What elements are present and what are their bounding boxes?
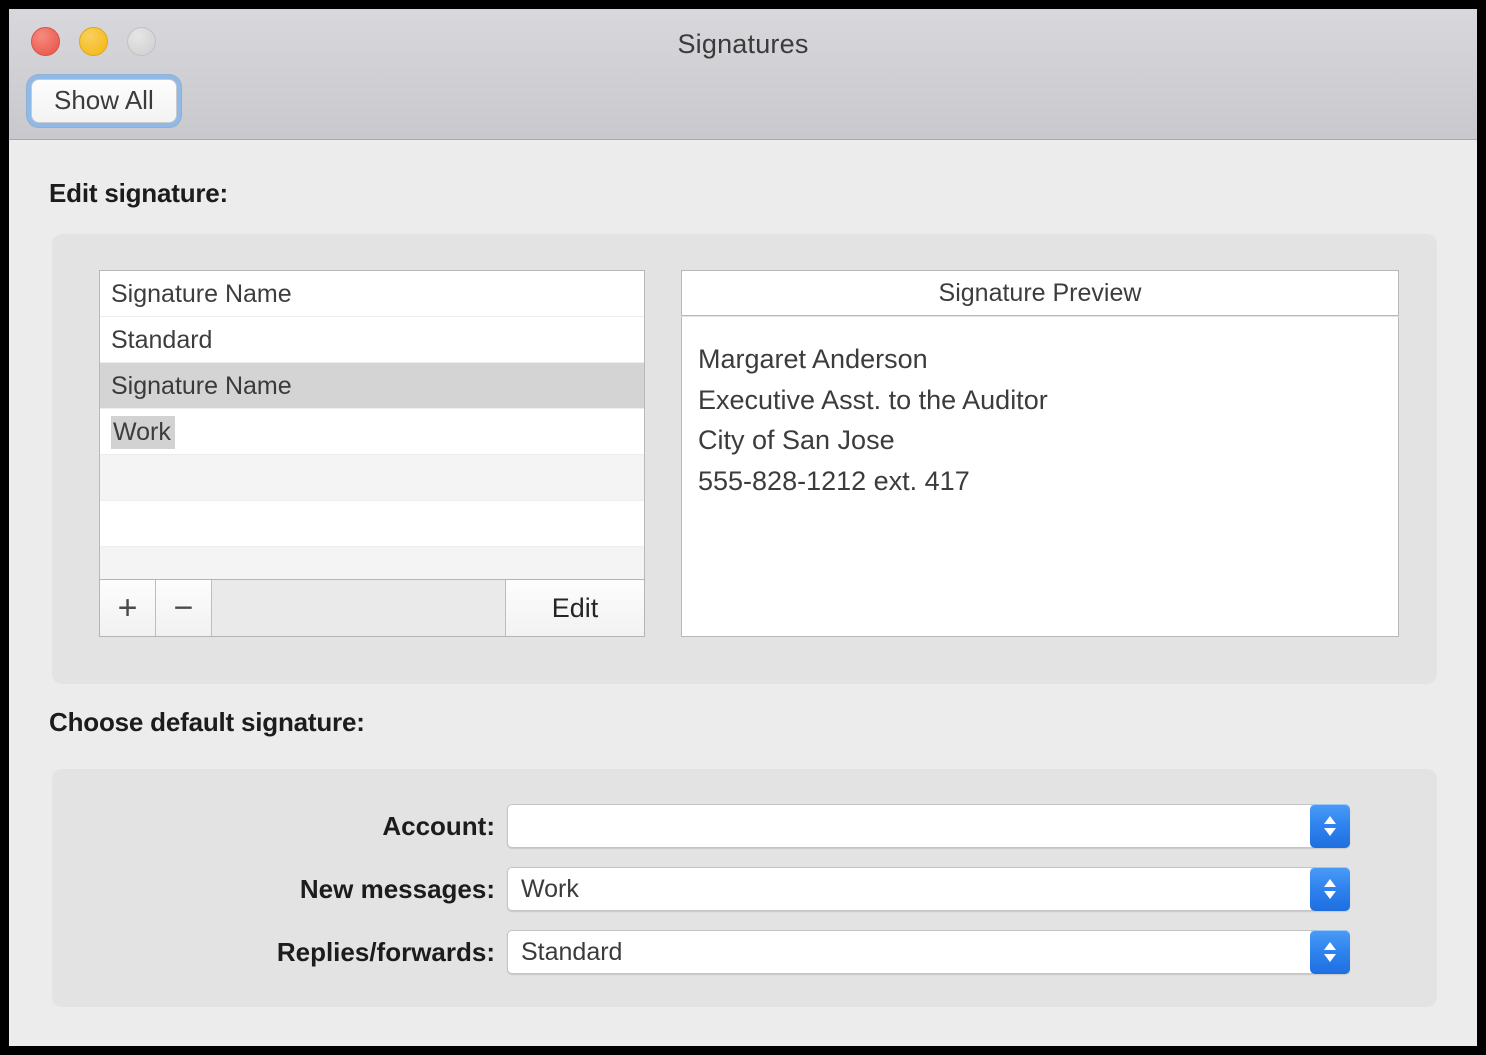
edit-signature-group: Signature Name Standard Signature Name W… bbox=[52, 234, 1437, 684]
window-titlebar: Signatures Show All bbox=[9, 9, 1477, 140]
table-row-selected[interactable]: Signature Name bbox=[100, 363, 644, 409]
signature-name-cell: Standard bbox=[111, 326, 213, 354]
footer-spacer bbox=[212, 580, 506, 636]
replies-forwards-popup-button[interactable]: Standard bbox=[507, 930, 1350, 974]
replies-forwards-row: Replies/forwards: Standard bbox=[52, 927, 1437, 977]
signature-name-edit-field[interactable]: Work bbox=[111, 416, 175, 449]
signature-name-cell: Signature Name bbox=[111, 280, 292, 308]
window-title: Signatures bbox=[677, 29, 809, 59]
chevron-up-down-icon[interactable] bbox=[1310, 804, 1350, 848]
table-row-empty bbox=[100, 501, 644, 547]
account-popup-button[interactable] bbox=[507, 804, 1350, 848]
show-all-focus-ring: Show All bbox=[27, 75, 181, 127]
table-row-empty bbox=[100, 547, 644, 579]
account-row: Account: bbox=[52, 801, 1437, 851]
new-messages-label: New messages: bbox=[299, 873, 495, 904]
preview-line: City of San Jose bbox=[698, 425, 895, 455]
table-row-empty bbox=[100, 455, 644, 501]
chevron-up-down-icon[interactable] bbox=[1310, 867, 1350, 911]
chevron-up-down-icon[interactable] bbox=[1310, 930, 1350, 974]
signatures-preferences-window: Signatures Show All Edit signature: Sign… bbox=[9, 9, 1477, 1046]
new-messages-popup-value: Work bbox=[521, 874, 579, 903]
new-messages-popup-button[interactable]: Work bbox=[507, 867, 1350, 911]
table-row[interactable]: Standard bbox=[100, 317, 644, 363]
show-all-button[interactable]: Show All bbox=[31, 79, 177, 123]
edit-signature-label: Edit signature: bbox=[49, 178, 229, 208]
signature-preview-header: Signature Preview bbox=[681, 270, 1399, 316]
edit-button[interactable]: Edit bbox=[506, 580, 644, 636]
replies-forwards-popup-value: Standard bbox=[521, 937, 623, 966]
add-signature-button[interactable]: + bbox=[100, 580, 156, 636]
signature-list-table[interactable]: Signature Name Standard Signature Name W… bbox=[99, 270, 645, 580]
preview-line: Executive Asst. to the Auditor bbox=[698, 384, 1048, 415]
table-row-editing[interactable]: Work bbox=[100, 409, 644, 455]
replies-forwards-label: Replies/forwards: bbox=[276, 936, 495, 967]
remove-signature-button[interactable]: − bbox=[156, 580, 212, 636]
preview-line: Margaret Anderson bbox=[698, 344, 928, 374]
signature-preview-body[interactable]: Margaret Anderson Executive Asst. to the… bbox=[681, 317, 1399, 637]
new-messages-row: New messages: Work bbox=[52, 864, 1437, 914]
preview-line: 555-828-1212 ext. 417 bbox=[698, 465, 970, 496]
table-row: Signature Name bbox=[100, 271, 644, 317]
account-label: Account: bbox=[382, 810, 495, 841]
signature-name-cell: Signature Name bbox=[111, 372, 292, 400]
signature-list-footer: + − Edit bbox=[99, 579, 645, 637]
choose-default-signature-label: Choose default signature: bbox=[49, 707, 365, 737]
choose-default-group: Account: New messages: Work Replies/forw… bbox=[52, 769, 1437, 1007]
screenshot-frame: Signatures Show All Edit signature: Sign… bbox=[0, 0, 1486, 1055]
preferences-content: Edit signature: Signature Name Standard … bbox=[9, 140, 1477, 1046]
